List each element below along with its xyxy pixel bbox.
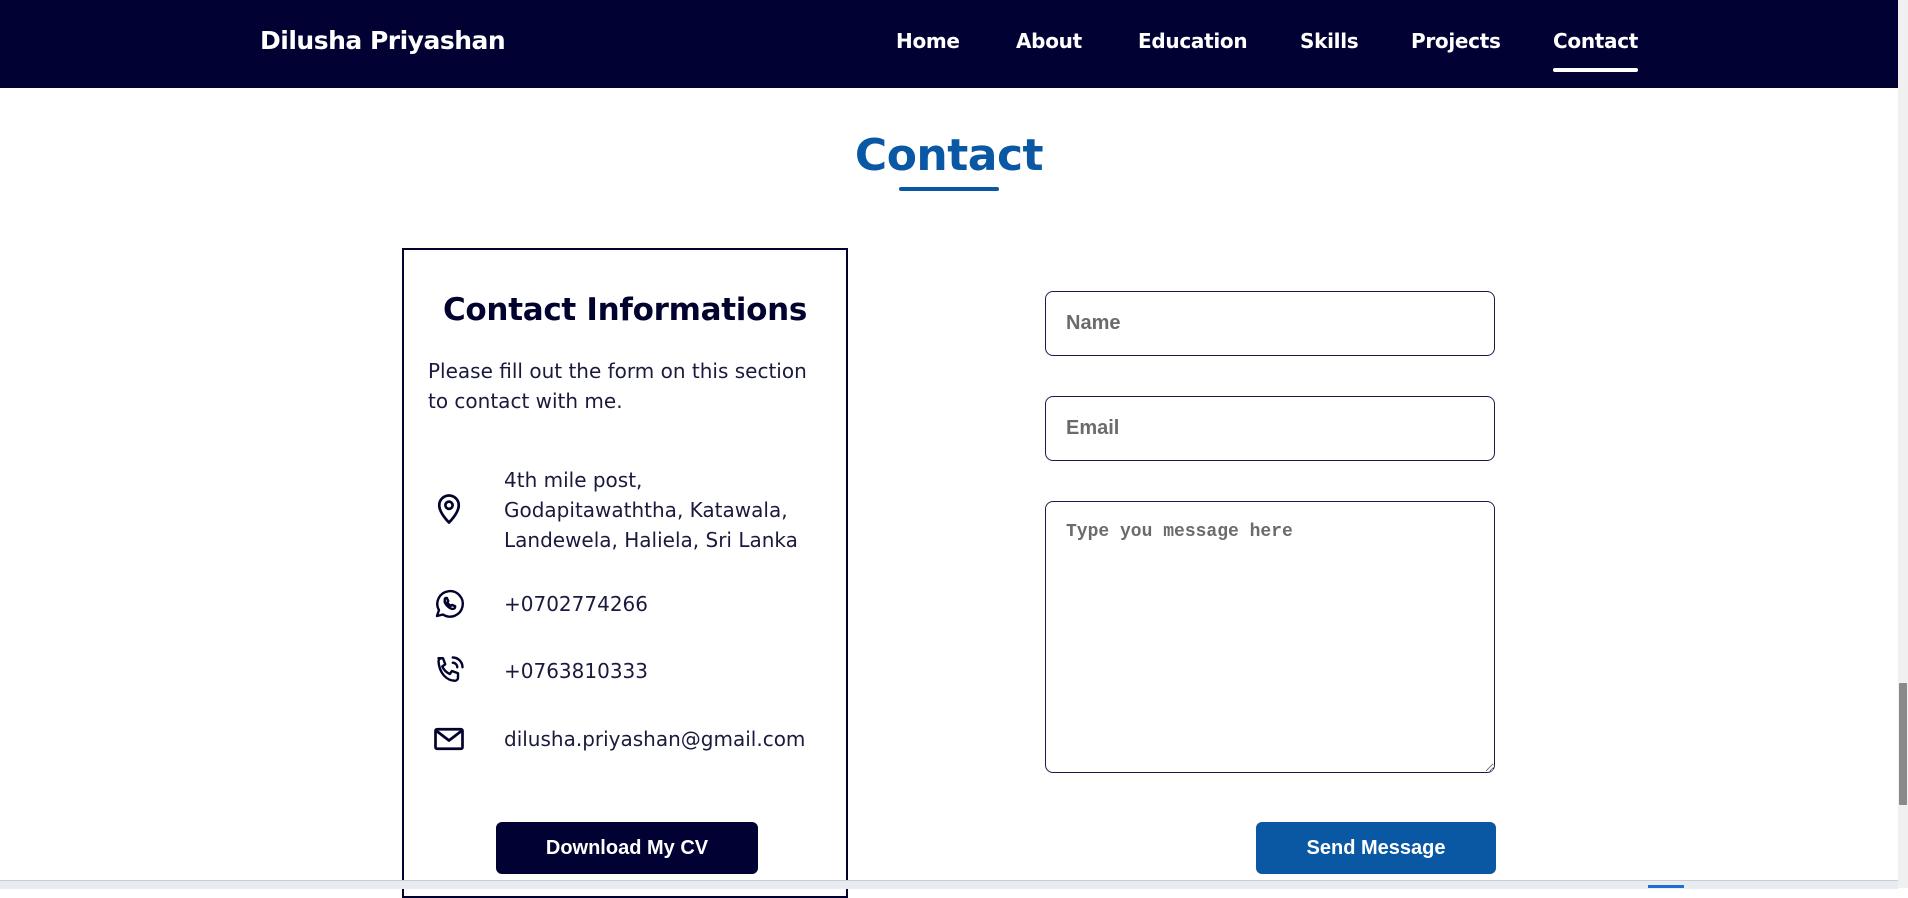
nav-about[interactable]: About — [1016, 29, 1082, 53]
address-line-3: Landewela, Haliela, Sri Lanka — [504, 528, 798, 552]
mail-icon — [431, 721, 467, 757]
email-input[interactable] — [1045, 396, 1495, 461]
vertical-scroll-thumb[interactable] — [1899, 683, 1907, 805]
whatsapp-number[interactable]: +0702774266 — [504, 589, 834, 619]
whatsapp-icon — [431, 586, 467, 622]
card-title: Contact Informations — [442, 292, 807, 328]
nav-projects[interactable]: Projects — [1411, 29, 1501, 53]
location-pin-icon — [431, 491, 467, 527]
contact-info-card — [402, 248, 848, 898]
title-underline — [899, 187, 999, 191]
phone-number[interactable]: +0763810333 — [504, 656, 834, 686]
address-text: 4th mile post, Godapitawaththa, Katawala… — [504, 465, 834, 555]
address-line-1: 4th mile post, — [504, 468, 643, 492]
send-message-button[interactable]: Send Message — [1256, 822, 1496, 874]
address-line-2: Godapitawaththa, Katawala, — [504, 498, 788, 522]
email-address[interactable]: dilusha.priyashan@gmail.com — [504, 724, 834, 754]
download-cv-button[interactable]: Download My CV — [496, 822, 758, 874]
nav-skills[interactable]: Skills — [1300, 29, 1359, 53]
message-textarea[interactable] — [1045, 501, 1495, 773]
brand-name[interactable]: Dilusha Priyashan — [260, 26, 506, 55]
phone-call-icon — [431, 653, 467, 689]
name-input[interactable] — [1045, 291, 1495, 356]
nav-contact[interactable]: Contact — [1553, 29, 1638, 72]
card-description: Please fill out the form on this section… — [428, 359, 807, 413]
nav-education[interactable]: Education — [1138, 29, 1248, 53]
nav-home[interactable]: Home — [896, 29, 960, 53]
section-title: Contact — [854, 130, 1044, 181]
